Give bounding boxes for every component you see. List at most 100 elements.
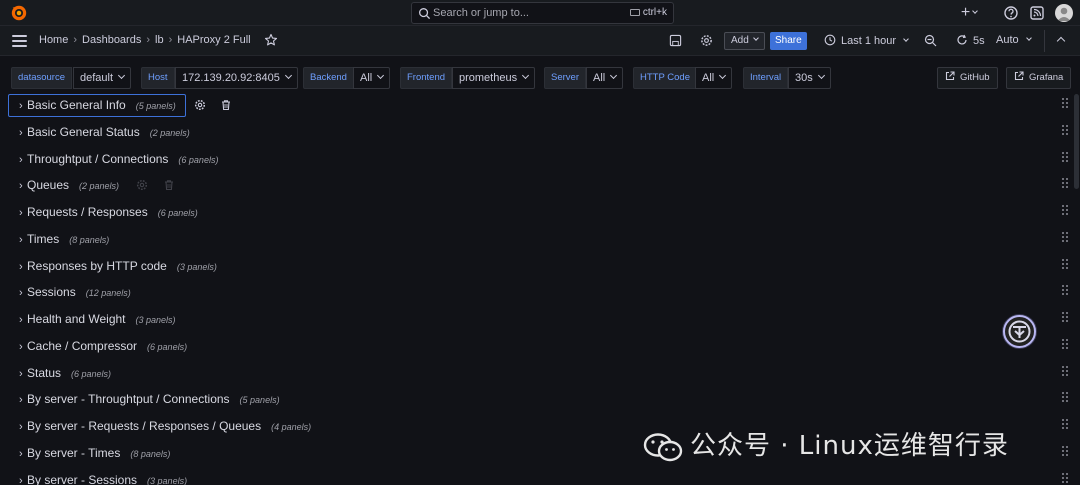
drag-handle-icon[interactable] [1062,285,1068,297]
dashboard-row[interactable]: › By server - Throughtput / Connections (5… [8,388,1072,410]
row-title[interactable]: Queues (2 panels) [27,178,119,192]
breadcrumb-separator: › [73,34,78,46]
grafana-logo-icon[interactable] [10,4,28,22]
variable-select-host[interactable]: 172.139.20.92:8405 [175,67,298,89]
row-title[interactable]: Throughtput / Connections (6 panels) [27,152,218,166]
row-title[interactable]: Requests / Responses (6 panels) [27,205,198,219]
time-range-picker[interactable]: Last 1 hour [824,34,909,47]
chevron-right-icon[interactable]: › [19,207,23,219]
drag-handle-icon[interactable] [1062,231,1068,244]
dashboard-row[interactable]: › Responses by HTTP code (3 panels) [8,255,1072,277]
row-title[interactable]: By server - Requests / Responses / Queue… [27,419,311,433]
add-button[interactable]: Add [724,32,765,50]
menu-toggle-icon[interactable] [12,35,27,47]
dashboard-row[interactable]: › Basic General Status (2 panels) [8,121,1072,143]
row-title[interactable]: Status (6 panels) [27,366,111,380]
row-title[interactable]: By server - Throughtput / Connections (5 … [27,392,280,406]
chevron-down-icon [1025,35,1032,41]
chevron-right-icon[interactable]: › [19,448,23,460]
dashboard-row[interactable]: › Requests / Responses (6 panels) [8,201,1072,223]
row-settings-gear-icon[interactable] [136,179,148,191]
refresh-button[interactable]: 5s [956,34,985,47]
grafana-link[interactable]: Grafana [1006,67,1072,89]
github-link[interactable]: GitHub [937,67,998,89]
chevron-right-icon[interactable]: › [19,100,23,112]
row-title[interactable]: By server - Sessions (3 panels) [27,473,187,485]
zoom-out-icon[interactable] [924,34,937,47]
row-title[interactable]: Times (8 panels) [27,232,109,246]
row-title[interactable]: Sessions (12 panels) [27,285,131,299]
chevron-right-icon[interactable]: › [19,154,23,166]
scrollbar[interactable] [1074,94,1079,189]
row-title[interactable]: Basic General Info (5 panels) [27,98,176,112]
dashboard-row[interactable]: › Times (8 panels) [8,228,1072,250]
variable-select-http-code[interactable]: All [695,67,733,89]
row-panel-count: (8 panels) [130,448,171,459]
variable-select-interval[interactable]: 30s [788,67,831,89]
drag-handle-icon[interactable] [1062,124,1068,137]
dashboard-row[interactable]: › Status (6 panels) [8,362,1072,384]
drag-handle-icon[interactable] [1062,365,1068,378]
row-delete-trash-icon[interactable] [163,179,175,191]
drag-handle-icon[interactable] [1062,392,1068,404]
news-rss-icon[interactable] [1028,4,1046,22]
drag-handle-icon[interactable] [1062,151,1068,164]
gear-icon[interactable] [700,34,713,47]
chevron-right-icon[interactable]: › [19,421,23,433]
chevron-right-icon[interactable]: › [19,287,23,299]
drag-handle-icon[interactable] [1062,205,1068,217]
drag-handle-icon[interactable] [1062,472,1068,485]
chevron-down-icon [719,71,727,80]
row-title[interactable]: Responses by HTTP code (3 panels) [27,259,217,273]
variable-select-datasource[interactable]: default [73,67,132,89]
chevron-right-icon[interactable]: › [19,394,23,406]
drag-handle-icon[interactable] [1062,178,1068,190]
save-icon[interactable] [669,34,682,47]
user-avatar[interactable] [1055,4,1073,22]
chevron-right-icon[interactable]: › [19,127,23,139]
dashboard-row[interactable]: › Sessions (12 panels) [8,281,1072,303]
breadcrumb-folder[interactable]: lb [155,34,164,46]
drag-handle-icon[interactable] [1062,419,1068,431]
search-bar[interactable]: Search or jump to... ctrl+k [411,2,674,24]
variable-select-frontend[interactable]: prometheus [452,67,536,89]
chevron-up-icon[interactable] [1056,36,1066,46]
variable-select-server[interactable]: All [586,67,624,89]
dashboard-row[interactable]: › By server - Sessions (3 panels) [8,469,1072,485]
wechat-icon [643,432,683,461]
chevron-right-icon[interactable]: › [19,368,23,380]
drag-handle-icon[interactable] [1062,312,1068,324]
share-button[interactable]: Share [770,32,807,50]
star-icon[interactable] [264,33,278,47]
row-settings-gear-icon[interactable] [194,99,206,111]
drag-handle-icon[interactable] [1062,258,1068,271]
dashboard-row[interactable]: › Cache / Compressor (6 panels) [8,335,1072,357]
drag-handle-icon[interactable] [1062,445,1068,458]
row-panel-count: (4 panels) [271,422,312,432]
variable-select-backend[interactable]: All [353,67,391,89]
help-icon[interactable] [1002,4,1020,22]
floating-assistant-button[interactable] [1003,315,1036,348]
chevron-right-icon[interactable]: › [19,261,23,273]
row-title[interactable]: By server - Times (8 panels) [27,446,170,460]
row-delete-trash-icon[interactable] [220,99,232,111]
chevron-right-icon[interactable]: › [19,180,23,192]
chevron-right-icon[interactable]: › [19,314,23,326]
chevron-right-icon[interactable]: › [19,341,23,353]
breadcrumb-dashboards[interactable]: Dashboards [82,34,141,46]
dashboard-row[interactable]: › Health and Weight (3 panels) [8,308,1072,330]
chevron-right-icon[interactable]: › [19,234,23,246]
breadcrumb-separator: › [146,34,151,46]
chevron-right-icon[interactable]: › [19,475,23,485]
drag-handle-icon[interactable] [1062,338,1068,351]
refresh-interval-picker[interactable]: Auto [996,34,1032,46]
dashboard-row[interactable]: › Throughtput / Connections (6 panels) [8,148,1072,170]
drag-handle-icon[interactable] [1062,98,1068,110]
breadcrumb-home[interactable]: Home [39,34,68,46]
dashboard-row[interactable]: › Queues (2 panels) [8,174,1072,196]
new-menu-button[interactable]: + [960,4,979,22]
row-title[interactable]: Health and Weight (3 panels) [27,312,176,326]
row-title[interactable]: Cache / Compressor (6 panels) [27,339,187,353]
row-title[interactable]: Basic General Status (2 panels) [27,125,190,139]
dashboard-row[interactable]: › Basic General Info (5 panels) [8,94,1072,117]
